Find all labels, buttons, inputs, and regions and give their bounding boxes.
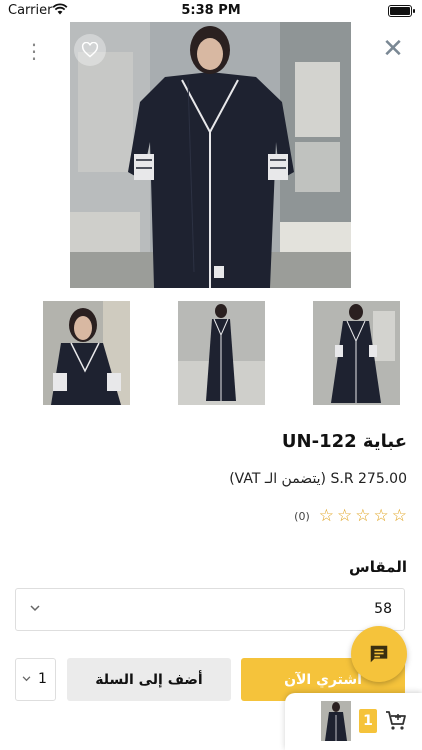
size-label: المقاس xyxy=(349,558,407,576)
size-select[interactable]: 58 xyxy=(15,588,405,631)
battery-icon xyxy=(388,5,415,17)
chevron-down-icon xyxy=(22,672,31,685)
status-bar: Carrier 5:38 PM xyxy=(0,0,422,22)
chevron-down-icon xyxy=(30,601,40,615)
favorite-button[interactable] xyxy=(74,34,106,66)
quantity-select[interactable]: 1 xyxy=(15,658,56,701)
star-icon: ☆ xyxy=(318,506,334,526)
rating: ☆ ☆ ☆ ☆ ☆ (0) xyxy=(294,508,407,525)
star-icon: ☆ xyxy=(355,506,371,526)
mini-cart[interactable]: 1 xyxy=(285,693,422,750)
chat-icon xyxy=(370,645,388,663)
add-to-cart-button[interactable]: أضف إلى السلة xyxy=(67,658,231,701)
mini-cart-thumbnail xyxy=(321,701,351,741)
star-icon: ☆ xyxy=(373,506,389,526)
size-value: 58 xyxy=(374,601,392,617)
star-icon: ☆ xyxy=(391,506,407,526)
product-title: عباية UN-122 xyxy=(281,431,407,452)
close-icon[interactable]: ✕ xyxy=(380,36,406,62)
more-vertical-icon[interactable]: ⋮ xyxy=(24,40,44,62)
chat-button[interactable] xyxy=(351,626,407,682)
rating-count: (0) xyxy=(294,510,310,523)
clock: 5:38 PM xyxy=(181,3,241,18)
thumbnail-2[interactable] xyxy=(178,301,265,405)
star-icon: ☆ xyxy=(337,506,353,526)
cart-count-badge: 1 xyxy=(359,709,377,733)
product-price: S.R 275.00 (يتضمن الـ VAT) xyxy=(229,471,407,487)
heart-icon xyxy=(81,42,99,58)
product-main-image[interactable] xyxy=(70,22,351,288)
thumbnail-3[interactable] xyxy=(313,301,400,405)
cart-icon xyxy=(384,709,408,733)
quantity-value: 1 xyxy=(38,671,47,687)
thumbnail-1[interactable] xyxy=(43,301,130,405)
